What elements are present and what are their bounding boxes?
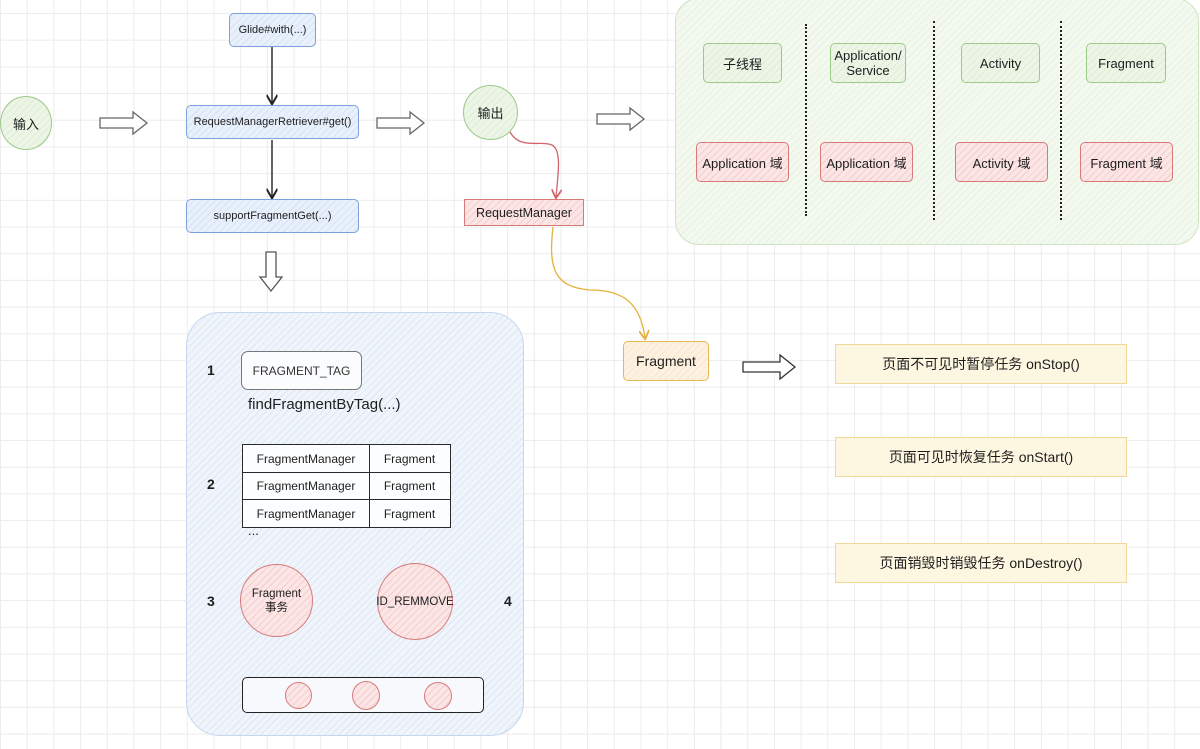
- domain-label: Application 域: [826, 155, 907, 171]
- context-label: 子线程: [722, 56, 762, 72]
- table-cell-key: FragmentManager: [242, 471, 370, 501]
- curve-output-to-requestmanager: [509, 131, 559, 197]
- lifecycle-note-label: 页面可见时恢复任务 onStart(): [888, 449, 1074, 465]
- context-box-activity: Activity: [961, 43, 1040, 83]
- context-box-application: Application/ Service: [830, 43, 906, 83]
- id-remove-circle: ID_REMMOVE: [376, 563, 454, 640]
- request-manager-box: RequestManager: [464, 199, 584, 226]
- request-manager-label: RequestManager: [476, 205, 572, 220]
- table-ellipsis: ...: [248, 523, 259, 538]
- scope-divider: [933, 21, 935, 220]
- glide-with-box: Glide#with(...): [229, 13, 316, 47]
- context-box-fragment: Fragment: [1086, 43, 1166, 83]
- input-node-label: 输入: [12, 116, 39, 132]
- step-number-4: 4: [504, 593, 512, 609]
- queue-slot-circle: [352, 681, 380, 710]
- retriever-get-box: RequestManagerRetriever#get(): [186, 105, 359, 139]
- step-number-3: 3: [207, 593, 215, 609]
- block-arrow-input: [99, 110, 149, 136]
- table-cell-key: FragmentManager: [242, 499, 370, 528]
- context-label: Fragment: [1098, 55, 1154, 71]
- output-node: 输出: [463, 85, 518, 140]
- domain-box-fragment: Fragment 域: [1080, 142, 1173, 182]
- glide-with-label: Glide#with(...): [238, 24, 307, 36]
- table-row: FragmentManager Fragment: [242, 471, 451, 501]
- domain-box-thread: Application 域: [696, 142, 789, 182]
- lifecycle-note-destroy: 页面销毁时销毁任务 onDestroy(): [835, 543, 1127, 583]
- fragment-tag-label: FRAGMENT_TAG: [252, 363, 351, 378]
- step-number-1: 1: [207, 362, 215, 378]
- input-node: 输入: [0, 96, 52, 150]
- find-fragment-by-tag-label: findFragmentByTag(...): [248, 396, 401, 413]
- table-row: FragmentManager Fragment: [242, 444, 451, 473]
- block-arrow-fragment: [742, 353, 797, 381]
- lifecycle-note-label: 页面不可见时暂停任务 onStop(): [882, 356, 1080, 372]
- output-node-label: 输出: [477, 106, 504, 121]
- block-arrow-flow: [376, 110, 426, 136]
- transaction-label-line1: Fragment: [251, 587, 302, 600]
- domain-label: Application 域: [702, 155, 783, 171]
- scope-divider: [805, 24, 807, 216]
- fragment-node: Fragment: [623, 341, 709, 381]
- table-row: FragmentManager Fragment: [242, 499, 451, 528]
- table-cell-value: Fragment: [368, 499, 451, 528]
- domain-box-application: Application 域: [820, 142, 913, 182]
- block-arrow-down: [258, 251, 284, 293]
- lifecycle-note-stop: 页面不可见时暂停任务 onStop(): [835, 344, 1127, 384]
- transaction-label-line2: 事务: [265, 601, 288, 614]
- context-box-thread: 子线程: [703, 43, 782, 83]
- fragment-tag-box: FRAGMENT_TAG: [241, 351, 362, 390]
- queue-slot-circle: [285, 682, 312, 709]
- queue-slot-circle: [424, 682, 452, 710]
- fragment-node-label: Fragment: [636, 353, 696, 369]
- support-fragment-get-box: supportFragmentGet(...): [186, 199, 359, 233]
- step-number-2: 2: [207, 476, 215, 492]
- scope-container: [675, 0, 1199, 245]
- retriever-get-label: RequestManagerRetriever#get(): [193, 116, 352, 128]
- domain-box-activity: Activity 域: [955, 142, 1048, 182]
- block-arrow-output: [596, 106, 646, 132]
- domain-label: Activity 域: [972, 155, 1031, 171]
- scope-divider: [1060, 21, 1062, 220]
- lifecycle-note-start: 页面可见时恢复任务 onStart(): [835, 437, 1127, 477]
- id-remove-label: ID_REMMOVE: [376, 595, 454, 608]
- context-label: Application/ Service: [834, 48, 902, 78]
- domain-label: Fragment 域: [1090, 155, 1163, 171]
- support-fragment-get-label: supportFragmentGet(...): [213, 210, 332, 222]
- fragment-manager-table: FragmentManager Fragment FragmentManager…: [242, 444, 451, 528]
- table-cell-value: Fragment: [368, 471, 451, 501]
- curve-requestmanager-to-fragment: [550, 226, 645, 338]
- fragment-transaction-circle: Fragment 事务: [240, 564, 313, 637]
- table-cell-key: FragmentManager: [242, 444, 370, 473]
- table-cell-value: Fragment: [368, 444, 451, 473]
- lifecycle-note-label: 页面销毁时销毁任务 onDestroy(): [879, 555, 1083, 571]
- context-label: Activity: [979, 55, 1022, 71]
